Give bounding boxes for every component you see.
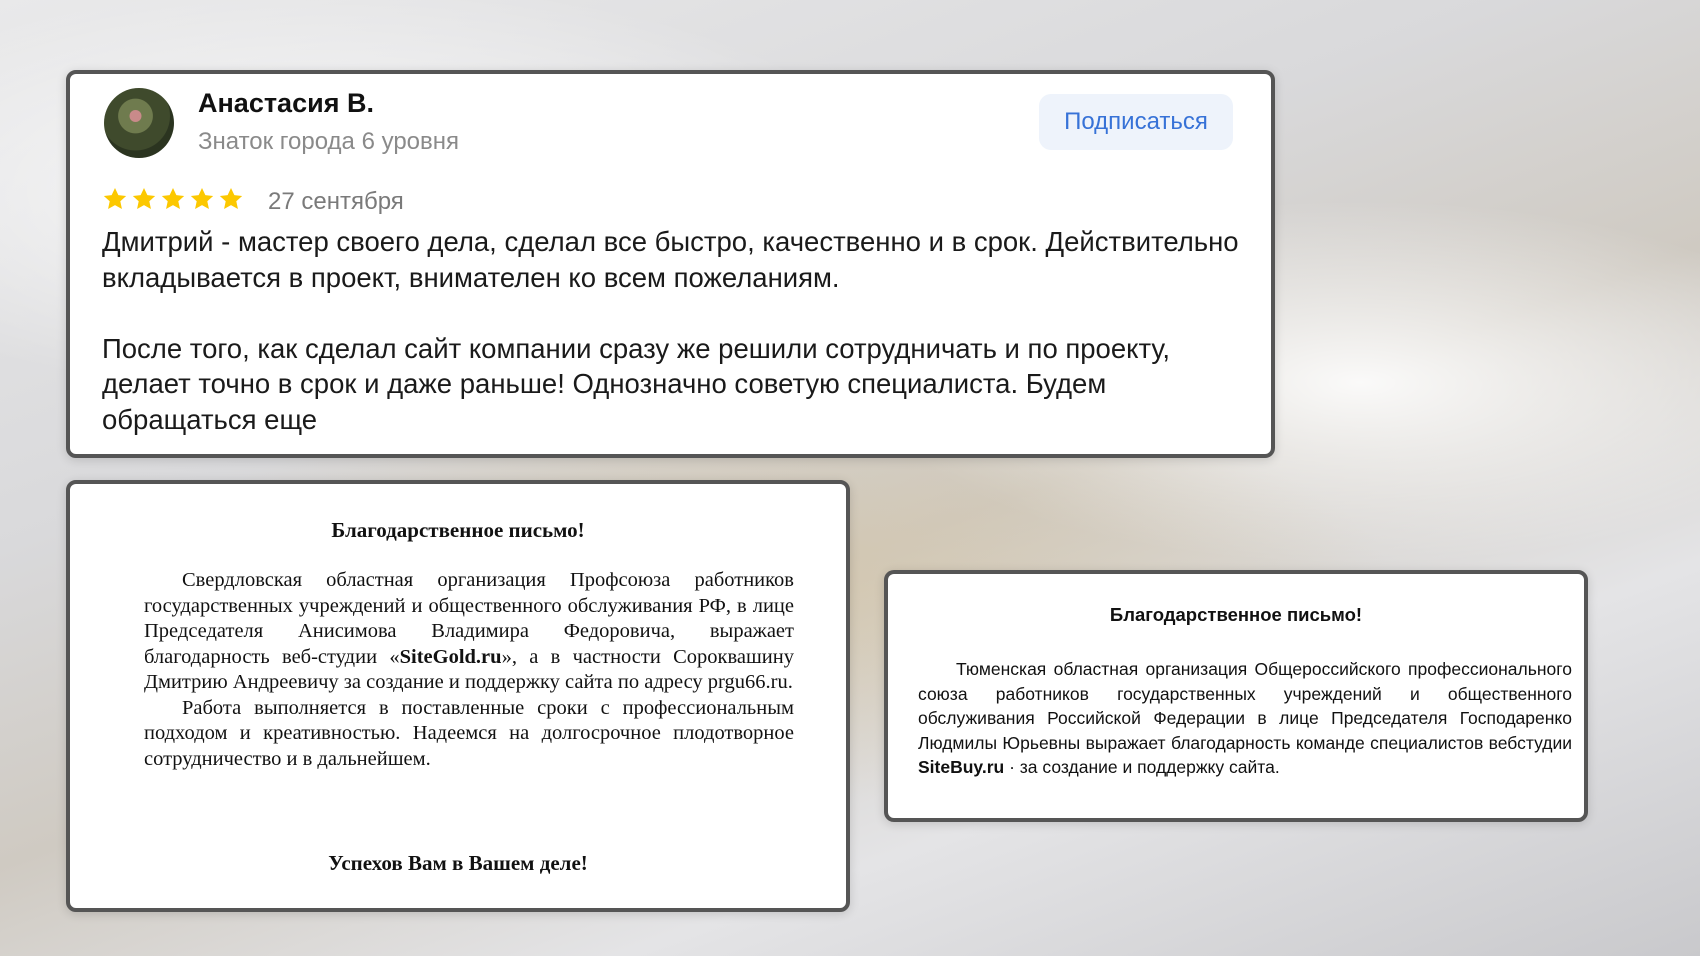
review-card: Анастасия В. Знаток города 6 уровня Подп… bbox=[66, 70, 1275, 458]
thank-you-letter-sitebuy: Благодарственное письмо! Тюменская облас… bbox=[884, 570, 1588, 822]
letter-closing: Успехов Вам в Вашем деле! bbox=[328, 851, 588, 875]
avatar[interactable] bbox=[104, 88, 174, 158]
brand-name: SiteBuy.ru bbox=[918, 757, 1005, 777]
review-text: Дмитрий - мастер своего дела, сделал все… bbox=[102, 224, 1252, 437]
star-icon bbox=[218, 186, 244, 212]
brand-name: SiteGold.ru bbox=[399, 645, 502, 668]
review-date: 27 сентября bbox=[268, 188, 404, 215]
letter-paragraph: Работа выполняется в поставленные сроки … bbox=[144, 696, 794, 770]
letter-paragraph: Свердловская областная организация Профс… bbox=[144, 569, 794, 693]
review-paragraph: Дмитрий - мастер своего дела, сделал все… bbox=[102, 226, 1239, 293]
review-author-name[interactable]: Анастасия В. bbox=[198, 88, 374, 119]
star-icon bbox=[160, 186, 186, 212]
letter-title: Благодарственное письмо! bbox=[331, 518, 585, 542]
letter-paragraph: Тюменская областная организация Общеросс… bbox=[918, 659, 1572, 777]
review-paragraph: После того, как сделал сайт компании сра… bbox=[102, 332, 1171, 435]
subscribe-button[interactable]: Подписаться bbox=[1039, 94, 1233, 150]
thank-you-letter-sitegold: Благодарственное письмо! Свердловская об… bbox=[66, 480, 850, 912]
rating-stars bbox=[102, 186, 244, 212]
review-author-level: Знаток города 6 уровня bbox=[198, 128, 460, 155]
letter-body: Тюменская областная организация Общеросс… bbox=[918, 657, 1572, 780]
letter-title: Благодарственное письмо! bbox=[1109, 604, 1363, 625]
letter-body: Свердловская областная организация Профс… bbox=[144, 568, 794, 772]
star-icon bbox=[189, 186, 215, 212]
star-icon bbox=[102, 186, 128, 212]
star-icon bbox=[131, 186, 157, 212]
